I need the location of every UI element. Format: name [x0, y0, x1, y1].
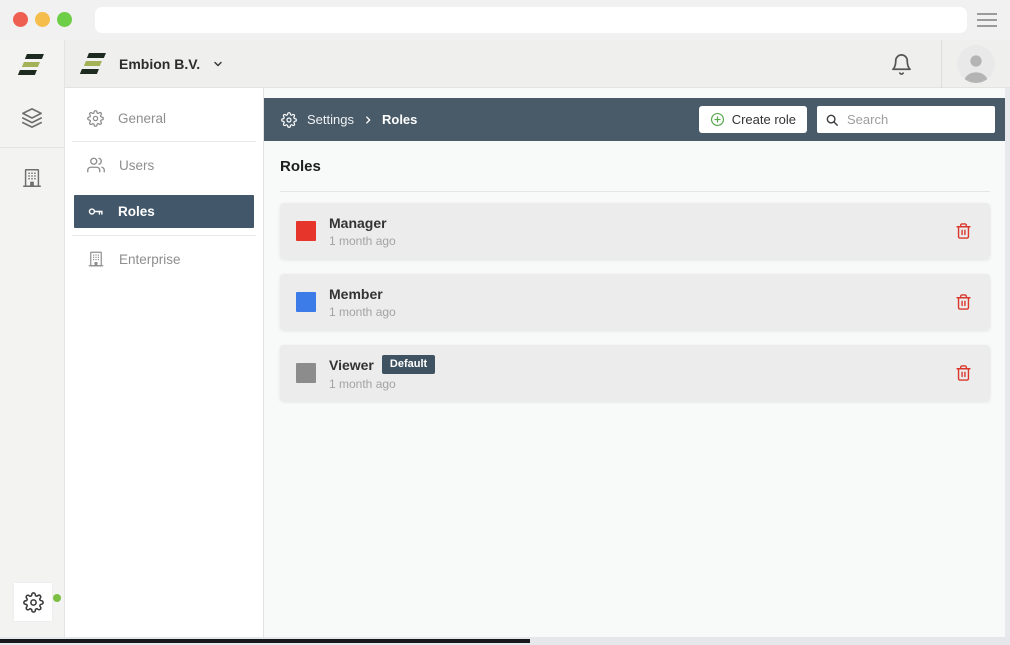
breadcrumb-bar: Settings Roles Create role	[264, 98, 1005, 141]
notifications-button[interactable]	[862, 40, 941, 88]
create-role-button[interactable]: Create role	[699, 106, 807, 133]
gear-icon	[281, 112, 297, 128]
role-color-swatch	[296, 363, 316, 383]
company-name: Embion B.V.	[119, 56, 200, 72]
user-menu-button[interactable]	[942, 40, 1010, 88]
role-updated-time: 1 month ago	[329, 234, 396, 248]
layers-icon	[21, 107, 43, 129]
building-icon	[87, 250, 105, 268]
minimize-window-button[interactable]	[35, 12, 50, 27]
role-updated-time: 1 month ago	[329, 305, 396, 319]
rail-logo	[0, 40, 64, 88]
online-status-dot	[53, 594, 61, 602]
role-color-swatch	[296, 221, 316, 241]
sidebar-item-enterprise[interactable]: Enterprise	[65, 236, 263, 282]
sidebar-item-label: Enterprise	[119, 252, 181, 267]
bell-icon	[890, 53, 913, 76]
sidebar-item-label: General	[118, 111, 166, 126]
roles-panel: Roles Manager 1 month ago	[264, 141, 1005, 401]
trash-icon	[955, 293, 972, 311]
default-badge: Default	[382, 355, 435, 374]
building-icon	[21, 167, 43, 189]
browser-chrome	[0, 0, 1010, 40]
chevron-right-icon	[363, 115, 373, 125]
company-switcher[interactable]: Embion B.V.	[81, 53, 224, 74]
chevron-down-icon	[212, 58, 224, 70]
role-row-member[interactable]: Member 1 month ago	[280, 274, 990, 330]
company-logo-icon	[81, 53, 107, 74]
role-row-manager[interactable]: Manager 1 month ago	[280, 203, 990, 259]
page-title: Roles	[280, 158, 990, 175]
rail-settings-button[interactable]	[14, 583, 52, 621]
sidebar-item-label: Roles	[118, 204, 155, 219]
role-name: Manager	[329, 215, 387, 231]
rail-item-enterprise[interactable]	[0, 148, 64, 207]
app-logo-icon	[19, 54, 45, 75]
role-name: Viewer	[329, 357, 374, 373]
sidebar-item-general[interactable]: General	[65, 95, 263, 141]
avatar	[957, 45, 995, 83]
delete-role-button[interactable]	[953, 220, 974, 242]
create-role-label: Create role	[732, 112, 796, 127]
sidebar-item-users[interactable]: Users	[65, 142, 263, 188]
role-row-viewer[interactable]: Viewer Default 1 month ago	[280, 345, 990, 401]
window-controls	[13, 12, 72, 27]
app-window: Embion B.V.	[0, 40, 1010, 645]
delete-role-button[interactable]	[953, 362, 974, 384]
gear-icon	[87, 110, 104, 127]
breadcrumb-current[interactable]: Roles	[382, 112, 417, 127]
app-header: Embion B.V.	[65, 40, 1010, 88]
breadcrumb-settings-link[interactable]: Settings	[307, 112, 354, 127]
person-icon	[959, 49, 993, 83]
role-updated-time: 1 month ago	[329, 377, 435, 391]
gear-icon	[23, 592, 44, 613]
screenshot: Embion B.V.	[0, 0, 1010, 645]
rail-item-layers[interactable]	[0, 88, 64, 147]
trash-icon	[955, 364, 972, 382]
header-actions	[862, 40, 1010, 88]
title-divider	[280, 191, 990, 192]
icon-rail	[0, 40, 65, 637]
content-area: Settings Roles Create role Roles	[264, 88, 1005, 637]
browser-menu-icon[interactable]	[977, 13, 997, 27]
role-name: Member	[329, 286, 383, 302]
address-bar[interactable]	[95, 7, 967, 33]
close-window-button[interactable]	[13, 12, 28, 27]
sidebar-item-roles[interactable]: Roles	[74, 195, 254, 228]
role-color-swatch	[296, 292, 316, 312]
settings-sidebar: General Users Roles Enterprise	[65, 88, 264, 637]
search-box	[817, 106, 995, 133]
scrollbar-track[interactable]	[1005, 88, 1010, 645]
window-bottom-border	[0, 639, 530, 643]
sidebar-item-label: Users	[119, 158, 154, 173]
search-icon	[825, 113, 839, 127]
plus-circle-icon	[710, 112, 725, 127]
delete-role-button[interactable]	[953, 291, 974, 313]
search-input[interactable]	[847, 112, 977, 127]
users-icon	[87, 156, 105, 174]
maximize-window-button[interactable]	[57, 12, 72, 27]
key-icon	[87, 203, 104, 220]
trash-icon	[955, 222, 972, 240]
